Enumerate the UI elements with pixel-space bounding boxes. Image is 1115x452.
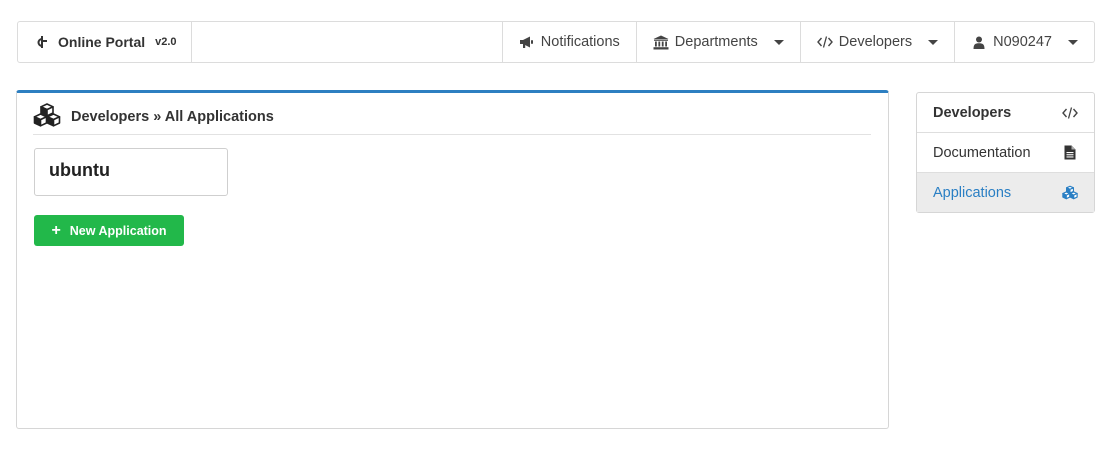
brand[interactable]: Online Portal v2.0 (18, 22, 192, 62)
chevron-down-icon (773, 39, 784, 45)
applications-panel: Developers » All Applications ubuntu + N… (16, 90, 889, 429)
sidebar-item-label: Documentation (933, 144, 1031, 161)
nav-developers[interactable]: Developers (799, 22, 954, 62)
brand-version: v2.0 (155, 36, 177, 48)
code-icon (816, 34, 833, 50)
code-icon (1062, 105, 1078, 121)
plus-icon: + (51, 221, 61, 239)
cubes-icon (1062, 185, 1078, 201)
navbar-spacer (192, 22, 502, 62)
sidebar-header: Developers (917, 93, 1094, 133)
nav-departments-label: Departments (674, 34, 758, 50)
chevron-down-icon (928, 39, 939, 45)
cubes-icon (33, 103, 61, 130)
new-application-label: New Application (69, 223, 167, 238)
nav-departments[interactable]: Departments (635, 22, 800, 62)
institution-icon (653, 34, 669, 50)
panel-header: Developers » All Applications (33, 103, 871, 135)
sidebar-item-label: Applications (933, 184, 1012, 201)
top-navbar: Online Portal v2.0 Notifications Departm… (17, 21, 1095, 63)
nav-user-menu[interactable]: N090247 (954, 22, 1094, 62)
page-title: Developers » All Applications (71, 108, 274, 125)
application-name: ubuntu (49, 160, 110, 180)
file-text-icon (1062, 145, 1078, 161)
brand-title: Online Portal (58, 34, 146, 50)
sidebar-header-label: Developers (933, 104, 1012, 121)
application-card-ubuntu[interactable]: ubuntu (34, 148, 228, 196)
new-application-button[interactable]: + New Application (34, 215, 184, 246)
chevron-down-icon (1068, 39, 1078, 45)
nav-user-label: N090247 (993, 34, 1052, 50)
nav-notifications-label: Notifications (540, 34, 620, 50)
developers-sidebar: Developers Documentation Applications (916, 92, 1095, 213)
sidebar-item-applications[interactable]: Applications (917, 173, 1094, 212)
portal-logo-icon (34, 34, 50, 50)
nav-developers-label: Developers (838, 34, 913, 50)
nav-notifications[interactable]: Notifications (501, 22, 636, 62)
sidebar-item-documentation[interactable]: Documentation (917, 133, 1094, 173)
bullhorn-icon (519, 34, 535, 50)
user-icon (971, 34, 987, 50)
